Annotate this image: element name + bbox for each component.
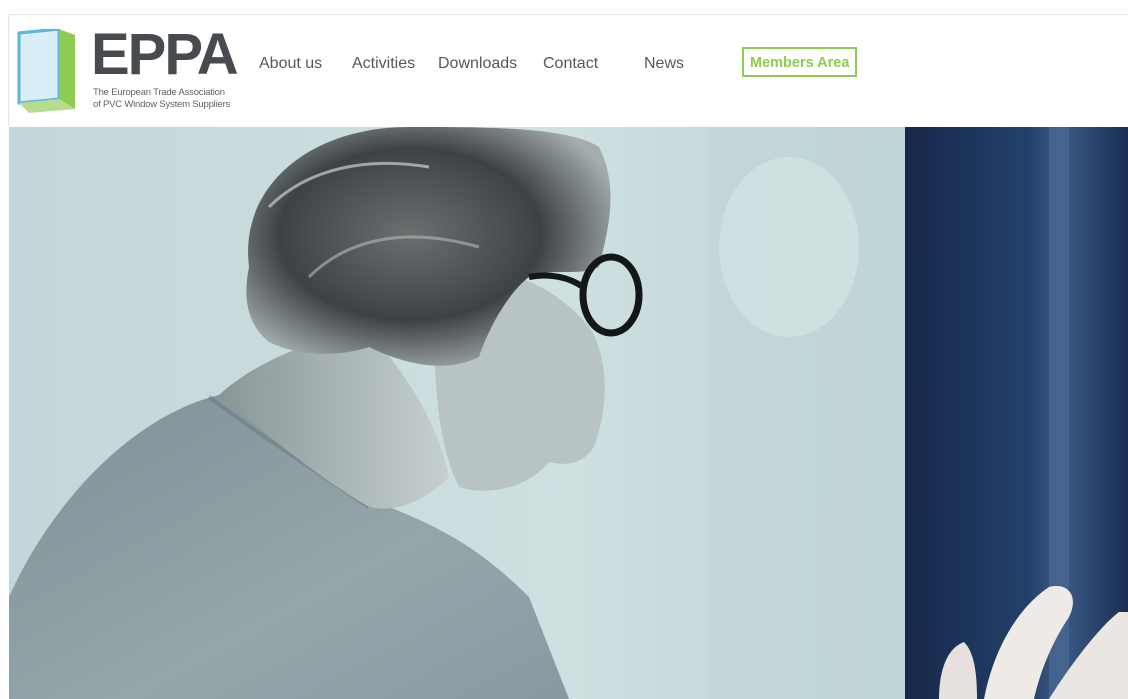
nav-about-us[interactable]: About us <box>259 53 322 75</box>
nav-downloads[interactable]: Downloads <box>438 53 517 75</box>
hero-photo <box>9 127 1128 699</box>
nav-activities[interactable]: Activities <box>352 53 415 75</box>
members-area-button[interactable]: Members Area <box>742 47 858 77</box>
logo-tagline: The European Trade Association of PVC Wi… <box>93 87 230 111</box>
page: EPPA The European Trade Association of P… <box>0 0 1128 699</box>
logo-tagline-line1: The European Trade Association <box>93 87 225 98</box>
logo-tagline-line2: of PVC Window System Suppliers <box>93 99 231 110</box>
nav-news[interactable]: News <box>644 53 684 75</box>
hero-image <box>9 127 1128 699</box>
site-header: EPPA The European Trade Association of P… <box>9 15 1128 127</box>
nav-contact[interactable]: Contact <box>543 53 598 75</box>
main-nav: About us Activities Downloads Contact Ne… <box>9 53 1128 77</box>
